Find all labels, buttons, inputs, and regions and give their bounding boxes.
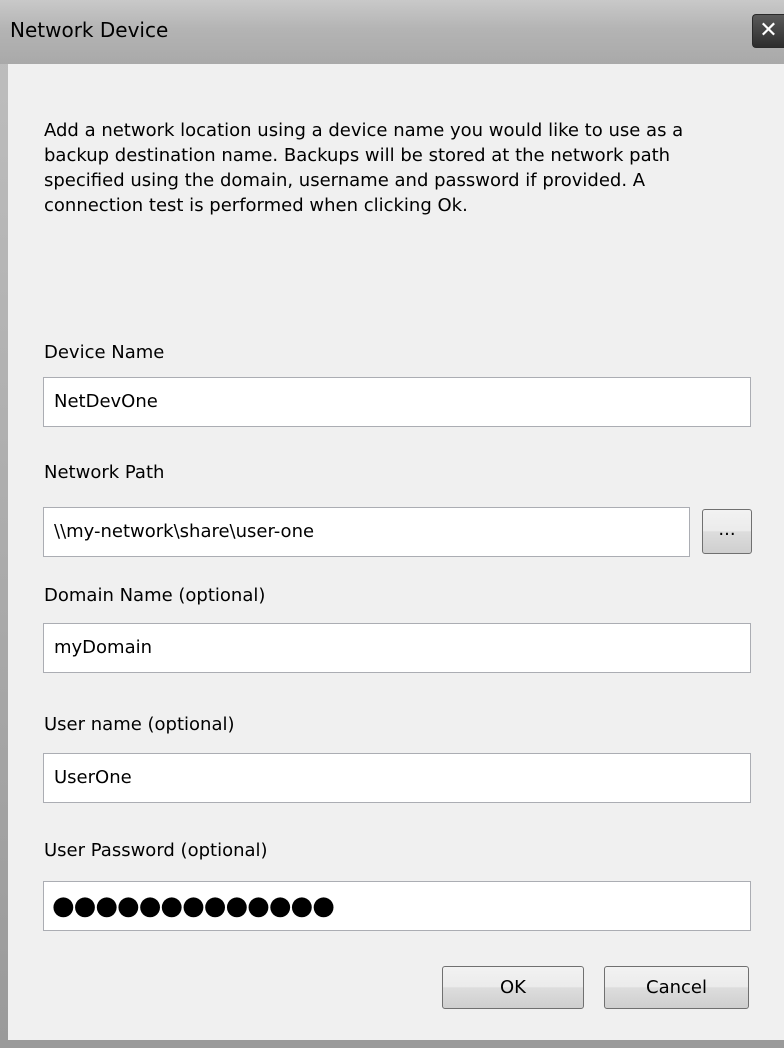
- domain-name-label: Domain Name (optional): [44, 585, 266, 606]
- network-path-label: Network Path: [44, 462, 165, 483]
- close-icon: ✕: [759, 18, 778, 43]
- ok-button[interactable]: OK: [442, 966, 584, 1009]
- user-password-label: User Password (optional): [44, 840, 268, 861]
- device-name-label: Device Name: [44, 342, 165, 363]
- device-name-input[interactable]: NetDevOne: [43, 377, 751, 427]
- user-password-input[interactable]: ●●●●●●●●●●●●●: [43, 881, 751, 931]
- cancel-button[interactable]: Cancel: [604, 966, 749, 1009]
- title-bar[interactable]: Network Device ✕: [0, 0, 784, 64]
- user-name-input[interactable]: UserOne: [43, 753, 751, 803]
- dialog-content: Add a network location using a device na…: [8, 64, 784, 1040]
- browse-button-label: ...: [718, 519, 736, 540]
- description-text: Add a network location using a device na…: [44, 120, 684, 216]
- network-path-input[interactable]: \\my-network\share\user-one: [43, 507, 690, 557]
- browse-button[interactable]: ...: [702, 509, 752, 554]
- close-button[interactable]: ✕: [752, 14, 784, 48]
- cancel-button-label: Cancel: [646, 977, 707, 998]
- ok-button-label: OK: [500, 977, 526, 998]
- domain-name-input[interactable]: myDomain: [43, 623, 751, 673]
- user-name-label: User name (optional): [44, 714, 235, 735]
- window-title: Network Device: [10, 18, 169, 42]
- network-device-dialog: Network Device ✕ Add a network location …: [0, 0, 784, 1048]
